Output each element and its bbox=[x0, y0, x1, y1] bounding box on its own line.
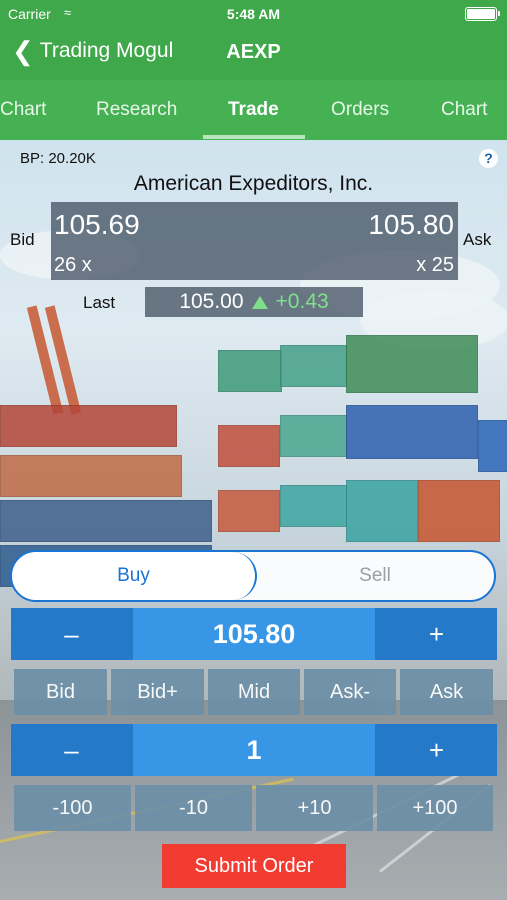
bid-price: 105.69 bbox=[54, 209, 140, 240]
active-tab-indicator bbox=[203, 135, 305, 139]
help-icon[interactable]: ? bbox=[479, 149, 498, 168]
quantity-stepper: – 1 + bbox=[11, 724, 497, 776]
price-mid-button[interactable]: Mid bbox=[208, 669, 300, 715]
price-bid-plus-button[interactable]: Bid+ bbox=[111, 669, 204, 715]
tab-research[interactable]: Research bbox=[96, 99, 177, 121]
price-bid-button[interactable]: Bid bbox=[14, 669, 107, 715]
tab-trade[interactable]: Trade bbox=[228, 99, 279, 121]
company-name: American Expeditors, Inc. bbox=[133, 172, 374, 195]
quantity-input[interactable]: 1 bbox=[133, 724, 375, 776]
up-triangle-icon bbox=[251, 295, 268, 309]
ask-price: 105.80 bbox=[368, 209, 454, 240]
quote-box: 105.69 105.80 26 x x 25 bbox=[51, 202, 458, 280]
navigation-bar: ❮ Trading Mogul AEXP bbox=[0, 28, 507, 80]
tab-bar: Chart Research Trade Orders Chart bbox=[0, 80, 507, 140]
qty-plus-100-button[interactable]: +100 bbox=[377, 785, 493, 831]
price-stepper: – 105.80 + bbox=[11, 608, 497, 660]
quantity-increment-button[interactable]: + bbox=[376, 724, 497, 776]
ask-size: x 25 bbox=[416, 254, 454, 276]
bid-label: Bid bbox=[10, 230, 35, 249]
back-button-label: Trading Mogul bbox=[39, 39, 174, 62]
bid-size: 26 x bbox=[54, 254, 92, 276]
qty-minus-10-button[interactable]: -10 bbox=[135, 785, 252, 831]
back-chevron-icon: ❮ bbox=[12, 36, 34, 66]
buy-sell-segmented-control: Buy Sell bbox=[10, 550, 496, 602]
quantity-decrement-button[interactable]: – bbox=[11, 724, 132, 776]
last-label: Last bbox=[83, 293, 116, 312]
sell-segment[interactable]: Sell bbox=[256, 552, 494, 600]
last-price-box: 105.00 +0.43 bbox=[145, 287, 363, 317]
tab-chart-left[interactable]: Chart bbox=[0, 99, 46, 121]
buy-segment[interactable]: Buy bbox=[12, 552, 257, 600]
qty-plus-10-button[interactable]: +10 bbox=[256, 785, 373, 831]
price-ask-button[interactable]: Ask bbox=[400, 669, 493, 715]
price-decrement-button[interactable]: – bbox=[11, 608, 132, 660]
price-ask-minus-button[interactable]: Ask- bbox=[304, 669, 396, 715]
status-time: 5:48 AM bbox=[226, 6, 281, 22]
buying-power-label: BP: 20.20K bbox=[20, 150, 96, 167]
tab-chart-right[interactable]: Chart bbox=[441, 99, 487, 121]
price-increment-button[interactable]: + bbox=[376, 608, 497, 660]
ask-label: Ask bbox=[463, 230, 492, 249]
qty-minus-100-button[interactable]: -100 bbox=[14, 785, 131, 831]
tab-orders[interactable]: Orders bbox=[331, 99, 389, 121]
submit-order-button[interactable]: Submit Order bbox=[162, 844, 346, 888]
status-bar: Carrier ≈ 5:48 AM bbox=[0, 0, 507, 28]
price-input[interactable]: 105.80 bbox=[133, 608, 375, 660]
back-button[interactable]: ❮ Trading Mogul bbox=[12, 38, 173, 64]
battery-icon bbox=[465, 7, 500, 21]
price-change: +0.43 bbox=[275, 290, 329, 313]
last-price: 105.00 bbox=[179, 290, 244, 313]
